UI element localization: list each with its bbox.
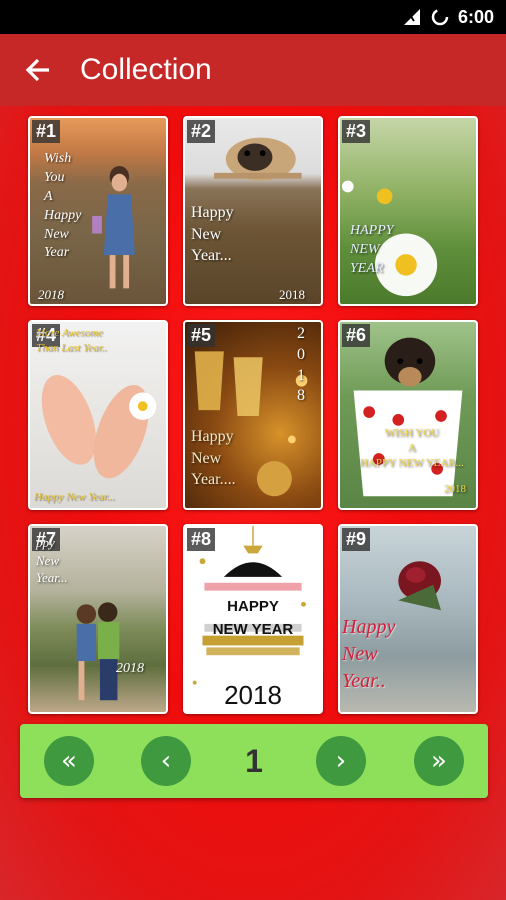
sync-icon bbox=[431, 8, 449, 26]
card-8-year: 2018 bbox=[224, 680, 282, 710]
back-button[interactable] bbox=[0, 34, 76, 106]
current-page: 1 bbox=[245, 743, 263, 779]
card-3-caption: HAPPY NEW YEAR bbox=[350, 223, 394, 276]
status-bar: 6:00 bbox=[0, 0, 506, 34]
card-1-badge: #1 bbox=[32, 120, 61, 143]
card-6-badge: #6 bbox=[342, 324, 371, 347]
card-9[interactable]: #9 Happy New Year.. bbox=[338, 524, 478, 714]
card-4-footer: Happy New Year... bbox=[34, 491, 116, 503]
first-page-button[interactable]: « bbox=[44, 736, 94, 786]
card-6-image bbox=[353, 337, 463, 497]
page-title: Collection bbox=[80, 53, 212, 86]
collection-grid: #1 Wish You A Happy New Year 2018 #2 Hap… bbox=[0, 106, 506, 900]
status-time: 6:00 bbox=[457, 6, 494, 27]
card-7[interactable]: #7 ppy New Year... 2018 bbox=[28, 524, 168, 714]
card-8-badge: #8 bbox=[187, 528, 216, 551]
card-5-badge: #5 bbox=[187, 324, 216, 347]
app-bar: Collection bbox=[0, 34, 506, 106]
card-9-badge: #9 bbox=[342, 528, 371, 551]
card-6[interactable]: #6 WISH YOU A HAPPY NEW YEAR... 2018 bbox=[338, 320, 478, 510]
next-page-button[interactable]: › bbox=[316, 736, 366, 786]
card-8[interactable]: #8 HAPPY NEW YEAR 2018 bbox=[183, 524, 323, 714]
card-2-badge: #2 bbox=[187, 120, 216, 143]
card-5[interactable]: #5 Happy New Year.... 2 0 1 8 bbox=[183, 320, 323, 510]
card-3-badge: #3 bbox=[342, 120, 371, 143]
prev-page-button[interactable]: ‹ bbox=[141, 736, 191, 786]
card-2[interactable]: #2 Happy New Year... 2018 bbox=[183, 116, 323, 306]
pagination-bar: « ‹ 1 › » bbox=[20, 724, 488, 798]
card-1-year: 2018 bbox=[38, 287, 64, 302]
card-8-caption: HAPPY NEW YEAR bbox=[212, 598, 294, 638]
signal-icon bbox=[403, 8, 420, 25]
card-3[interactable]: #3 HAPPY NEW YEAR bbox=[338, 116, 478, 306]
card-2-year: 2018 bbox=[279, 287, 305, 302]
arrow-left-icon bbox=[25, 58, 49, 82]
card-5-year: 2 0 1 8 bbox=[297, 325, 305, 405]
card-6-year: 2018 bbox=[444, 483, 466, 495]
card-6-caption: WISH YOU A HAPPY NEW YEAR... bbox=[360, 427, 464, 469]
card-1-caption: Wish You A Happy New Year bbox=[44, 151, 82, 261]
card-2-caption: Happy New Year... bbox=[191, 204, 234, 265]
card-5-caption: Happy New Year.... bbox=[191, 428, 236, 489]
card-4[interactable]: #4 More Awesome Than Last Year.. Happy N… bbox=[28, 320, 168, 510]
card-4-caption: More Awesome Than Last Year.. bbox=[36, 327, 108, 354]
last-page-button[interactable]: » bbox=[414, 736, 464, 786]
card-9-caption: Happy New Year.. bbox=[342, 616, 396, 692]
card-1[interactable]: #1 Wish You A Happy New Year 2018 bbox=[28, 116, 168, 306]
card-7-caption: ppy New Year... bbox=[36, 535, 68, 586]
card-7-year: 2018 bbox=[116, 661, 144, 676]
